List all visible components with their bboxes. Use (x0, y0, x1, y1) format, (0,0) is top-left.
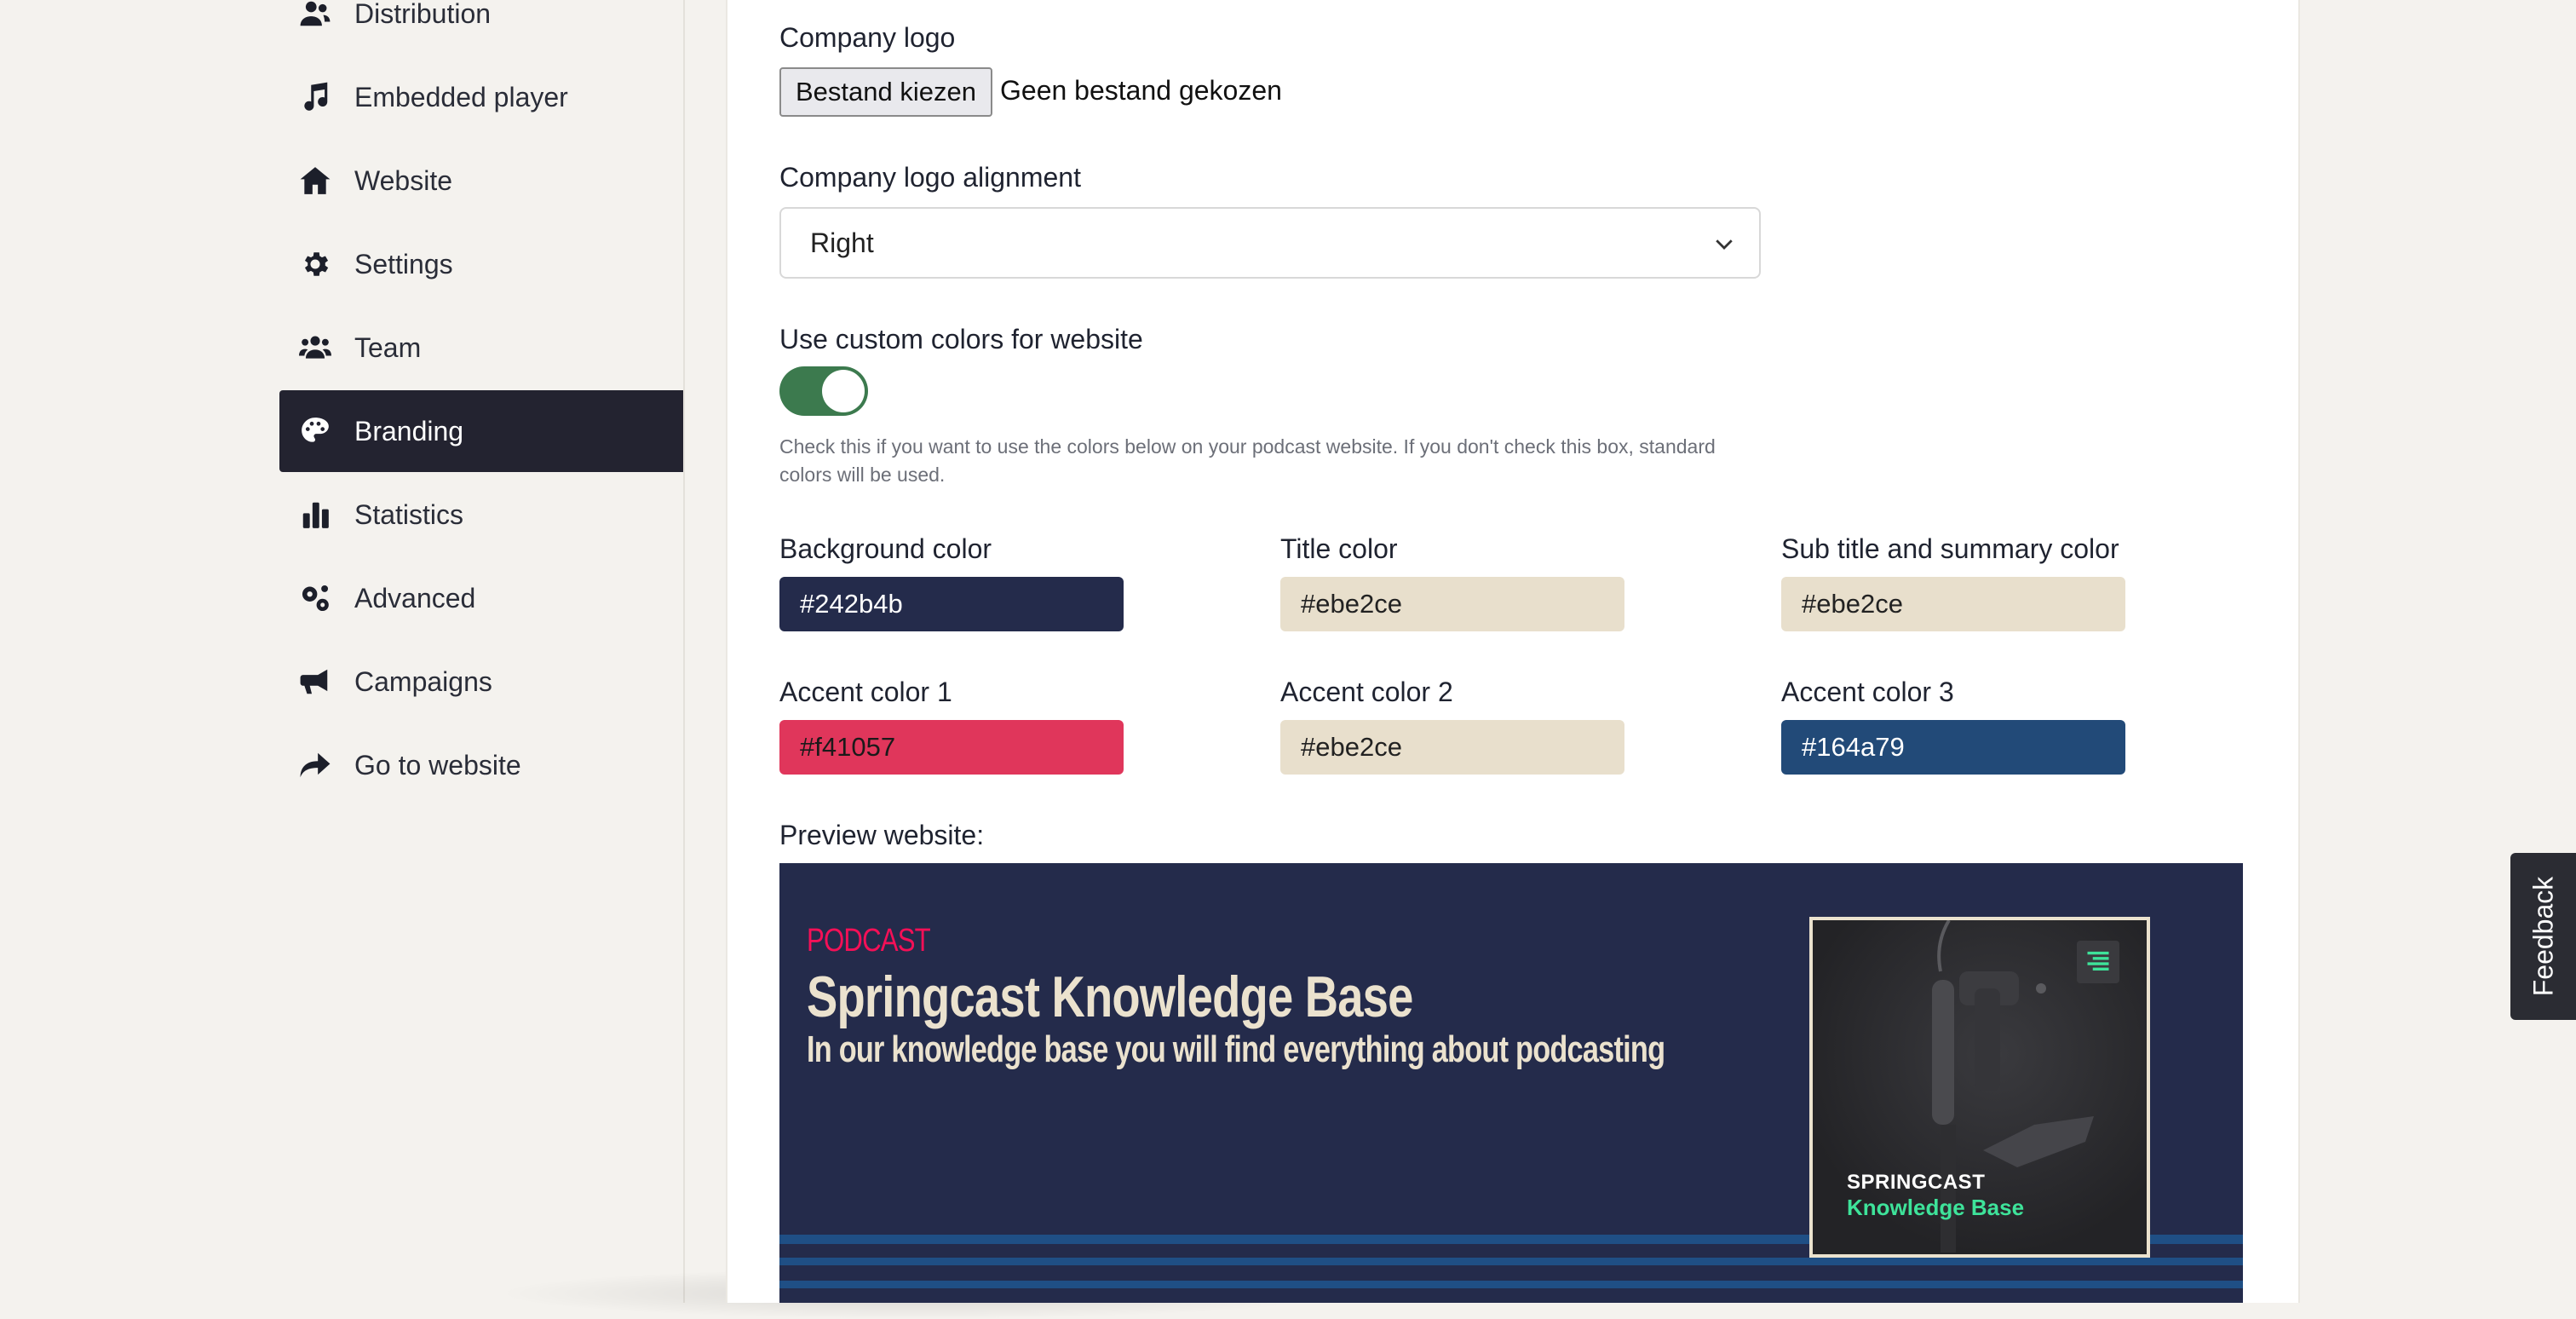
sidebar-item-statistics[interactable]: Statistics (279, 474, 683, 556)
preview-subtitle: In our knowledge base you will find ever… (807, 1028, 1665, 1070)
sidebar-item-label: Branding (354, 415, 464, 446)
company-logo-label: Company logo (779, 22, 956, 53)
palette-icon (296, 412, 334, 450)
sidebar-item-settings[interactable]: Settings (279, 223, 683, 305)
sidebar-item-label: Advanced (354, 582, 476, 613)
megaphone-icon (296, 663, 334, 700)
title-color-input[interactable]: #ebe2ce (1280, 577, 1624, 631)
sidebar-item-label: Statistics (354, 498, 464, 530)
chevron-down-icon (1716, 239, 1733, 250)
sidebar-item-website[interactable]: Website (279, 140, 683, 222)
accent-color-3-input[interactable]: #164a79 (1781, 720, 2125, 775)
sidebar-item-advanced[interactable]: Advanced (279, 557, 683, 639)
music-note-icon (296, 78, 334, 116)
sidebar-item-label: Settings (354, 248, 453, 279)
file-status-text: Geen bestand gekozen (1000, 75, 1282, 106)
sidebar-item-label: Campaigns (354, 665, 492, 697)
sidebar: Distribution Embedded player Website Set… (0, 0, 685, 1303)
feedback-label: Feedback (2527, 876, 2558, 997)
preview-kicker: PODCAST (807, 923, 931, 959)
subtitle-color-input[interactable]: #ebe2ce (1781, 577, 2125, 631)
users-icon (296, 0, 334, 32)
sidebar-item-branding[interactable]: Branding (279, 390, 683, 472)
accent-color-2-input[interactable]: #ebe2ce (1280, 720, 1624, 775)
custom-colors-label: Use custom colors for website (779, 324, 1143, 354)
podcast-cover-art: SPRINGCAST Knowledge Base (1809, 917, 2150, 1258)
accent-color-2-label: Accent color 2 (1280, 677, 1453, 707)
preview-title: Springcast Knowledge Base (807, 965, 1413, 1029)
feedback-tab[interactable]: Feedback (2510, 853, 2576, 1020)
logo-alignment-label: Company logo alignment (779, 162, 1081, 193)
accent-color-1-input[interactable]: #f41057 (779, 720, 1124, 775)
accent-color-3-label: Accent color 3 (1781, 677, 1954, 707)
website-preview: PODCAST Springcast Knowledge Base In our… (779, 863, 2243, 1303)
bar-chart-icon (296, 496, 334, 533)
sidebar-item-label: Distribution (354, 0, 492, 29)
choose-file-button[interactable]: Bestand kiezen (779, 67, 992, 117)
subtitle-color-label: Sub title and summary color (1781, 533, 2119, 564)
custom-colors-toggle[interactable] (779, 366, 868, 416)
share-arrow-icon (296, 746, 334, 784)
sidebar-item-label: Embedded player (354, 81, 568, 112)
preview-stripe (779, 1258, 2243, 1265)
accent-color-1-label: Accent color 1 (779, 677, 952, 707)
preview-label: Preview website: (779, 820, 985, 850)
sidebar-item-label: Team (354, 331, 422, 363)
team-icon (296, 329, 334, 366)
gear-icon (296, 245, 334, 283)
cover-title-line-2: Knowledge Base (1847, 1195, 2025, 1220)
logo-alignment-select[interactable]: Right (779, 207, 1761, 279)
sidebar-item-campaigns[interactable]: Campaigns (279, 641, 683, 723)
sidebar-item-label: Website (354, 164, 453, 196)
preview-stripe (779, 1281, 2243, 1288)
sidebar-item-distribution[interactable]: Distribution (279, 0, 683, 55)
sidebar-item-go-to-website[interactable]: Go to website (279, 724, 683, 806)
custom-colors-help: Check this if you want to use the colors… (779, 435, 1716, 486)
menu-lines-icon (2077, 941, 2119, 983)
toggle-knob (822, 370, 865, 412)
logo-alignment-value: Right (810, 227, 874, 258)
sidebar-item-embedded-player[interactable]: Embedded player (279, 56, 683, 138)
home-icon (296, 162, 334, 199)
title-color-label: Title color (1280, 533, 1398, 564)
gears-icon (296, 579, 334, 617)
background-color-input[interactable]: #242b4b (779, 577, 1124, 631)
sidebar-item-team[interactable]: Team (279, 307, 683, 389)
cover-title-line-1: SPRINGCAST (1847, 1171, 1986, 1194)
sidebar-item-label: Go to website (354, 749, 521, 780)
background-color-label: Background color (779, 533, 992, 564)
